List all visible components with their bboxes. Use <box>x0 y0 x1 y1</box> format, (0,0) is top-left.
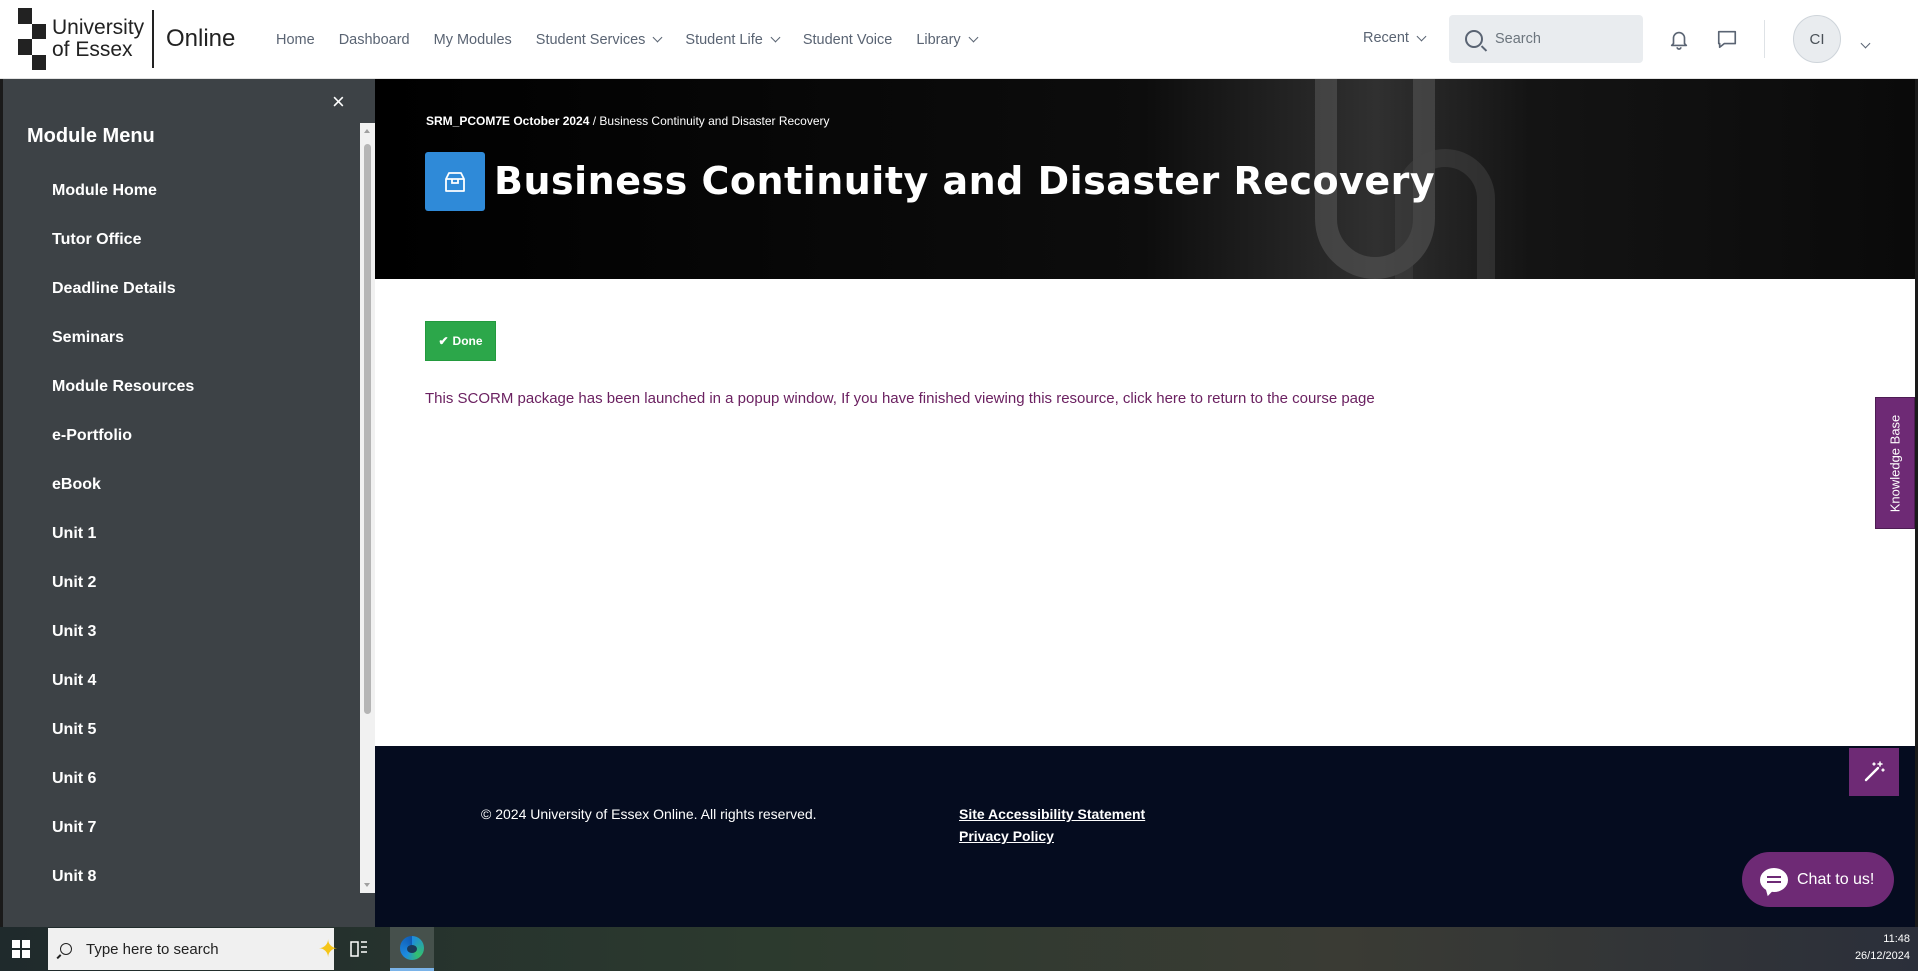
windows-taskbar: ✦ 11:48 26/12/2024 <box>0 927 1918 971</box>
nav-separator <box>1764 20 1765 58</box>
accessibility-statement-link[interactable]: Site Accessibility Statement <box>959 806 1145 822</box>
sparkle-icon: ✦ <box>318 936 339 963</box>
scorm-message: This SCORM package has been launched in … <box>425 390 1375 407</box>
scrollbar-thumb[interactable] <box>364 144 371 714</box>
logo-suffix: Online <box>166 25 236 52</box>
breadcrumb-course-link[interactable]: SRM_PCOM7E October 2024 <box>426 114 589 128</box>
menu-item-unit-7[interactable]: Unit 7 <box>52 819 194 868</box>
menu-item-unit-5[interactable]: Unit 5 <box>52 721 194 770</box>
university-logo[interactable]: University of Essex Online <box>18 8 235 70</box>
logo-divider <box>152 10 154 68</box>
search-input[interactable] <box>1495 31 1635 47</box>
breadcrumb: SRM_PCOM7E October 2024 / Business Conti… <box>426 114 830 128</box>
menu-item-module-home[interactable]: Module Home <box>52 182 194 231</box>
done-button[interactable]: ✔ Done <box>425 321 496 361</box>
accessibility-tools-button[interactable] <box>1849 748 1899 796</box>
windows-start-icon[interactable] <box>12 940 30 958</box>
checker-logo-icon <box>18 8 46 70</box>
bell-icon[interactable] <box>1668 28 1690 50</box>
close-icon[interactable]: × <box>332 89 345 115</box>
breadcrumb-separator: / <box>589 114 600 128</box>
nav-my-modules[interactable]: My Modules <box>434 32 512 48</box>
chat-bubble-icon <box>1760 867 1788 892</box>
search-icon <box>1465 30 1483 48</box>
nav-student-voice[interactable]: Student Voice <box>803 32 893 48</box>
chevron-down-icon <box>968 32 979 43</box>
chat-to-us-button[interactable]: Chat to us! <box>1742 852 1894 907</box>
module-menu-drawer: × Module Menu Module Home Tutor Office D… <box>3 79 375 927</box>
privacy-policy-link[interactable]: Privacy Policy <box>959 828 1054 844</box>
copyright-text: © 2024 University of Essex Online. All r… <box>481 806 817 822</box>
nav-student-services[interactable]: Student Services <box>536 32 663 48</box>
page-title: Business Continuity and Disaster Recover… <box>494 159 1436 203</box>
breadcrumb-current: Business Continuity and Disaster Recover… <box>599 114 830 128</box>
menu-item-unit-1[interactable]: Unit 1 <box>52 525 194 574</box>
menu-item-tutor-office[interactable]: Tutor Office <box>52 231 194 280</box>
taskbar-search[interactable]: ✦ <box>48 928 338 970</box>
menu-item-unit-8[interactable]: Unit 8 <box>52 868 194 917</box>
clock-date: 26/12/2024 <box>1854 950 1910 962</box>
scroll-up-arrow[interactable] <box>364 129 370 133</box>
main-content: ✔ Done This SCORM package has been launc… <box>375 279 1915 746</box>
chevron-down-icon <box>770 32 781 43</box>
messages-icon[interactable] <box>1716 28 1738 50</box>
chevron-down-icon <box>652 32 663 43</box>
chevron-down-icon <box>1416 31 1427 41</box>
nav-student-life[interactable]: Student Life <box>685 32 781 48</box>
logo-text: University of Essex <box>52 16 145 61</box>
menu-item-unit-3[interactable]: Unit 3 <box>52 623 194 672</box>
menu-item-unit-2[interactable]: Unit 2 <box>52 574 194 623</box>
menu-item-module-resources[interactable]: Module Resources <box>52 378 194 427</box>
nav-home[interactable]: Home <box>276 32 315 48</box>
magic-wand-icon <box>1864 761 1885 782</box>
menu-item-unit-4[interactable]: Unit 4 <box>52 672 194 721</box>
task-view-icon[interactable] <box>349 939 369 959</box>
return-to-course-link[interactable]: click here to return to the course page <box>1123 390 1375 407</box>
page-header-banner: SRM_PCOM7E October 2024 / Business Conti… <box>375 79 1915 279</box>
edge-icon <box>400 935 424 960</box>
knowledge-base-tab[interactable]: Knowledge Base <box>1875 397 1915 529</box>
menu-item-unit-6[interactable]: Unit 6 <box>52 770 194 819</box>
menu-item-ebook[interactable]: eBook <box>52 476 194 525</box>
scroll-down-arrow[interactable] <box>364 883 370 887</box>
module-box-icon <box>425 152 485 211</box>
search-box[interactable] <box>1449 15 1643 63</box>
taskbar-clock[interactable]: 11:48 26/12/2024 <box>1855 931 1910 965</box>
check-icon: ✔ <box>438 334 449 348</box>
edge-taskbar-button[interactable] <box>390 927 434 971</box>
primary-nav: Home Dashboard My Modules Student Servic… <box>276 0 1001 79</box>
menu-item-e-portfolio[interactable]: e-Portfolio <box>52 427 194 476</box>
taskbar-search-input[interactable] <box>86 940 256 958</box>
user-avatar[interactable]: CI <box>1793 15 1841 63</box>
module-menu-list: Module Home Tutor Office Deadline Detail… <box>52 182 194 917</box>
menu-item-seminars[interactable]: Seminars <box>52 329 194 378</box>
chevron-down-icon <box>1860 38 1871 49</box>
page-footer: © 2024 University of Essex Online. All r… <box>375 746 1915 927</box>
user-menu-toggle[interactable] <box>1853 34 1871 52</box>
recent-dropdown[interactable]: Recent <box>1363 30 1427 46</box>
module-menu-title: Module Menu <box>27 125 155 147</box>
sidebar-scrollbar[interactable] <box>360 123 375 893</box>
nav-library[interactable]: Library <box>916 32 979 48</box>
search-icon <box>60 943 72 955</box>
menu-item-deadline-details[interactable]: Deadline Details <box>52 280 194 329</box>
nav-dashboard[interactable]: Dashboard <box>339 32 410 48</box>
clock-time: 11:48 <box>1883 933 1910 945</box>
top-navbar: University of Essex Online Home Dashboar… <box>0 0 1918 79</box>
